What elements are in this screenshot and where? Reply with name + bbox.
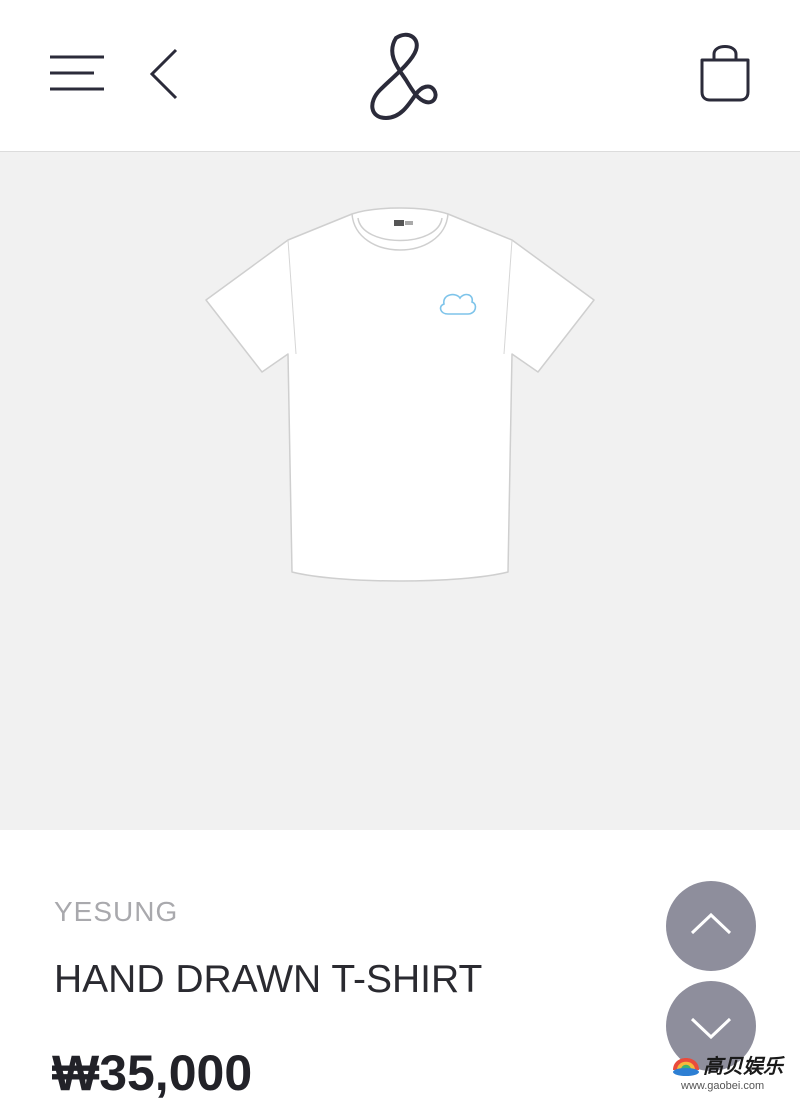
ampersand-logo-icon (370, 32, 438, 120)
scroll-up-button[interactable] (666, 881, 756, 971)
product-name: HAND DRAWN T-SHIRT (54, 958, 483, 1001)
t-shirt-product-image[interactable] (200, 200, 600, 590)
artist-name[interactable]: YESUNG (54, 896, 178, 928)
watermark-text: 高贝娱乐 (703, 1054, 783, 1078)
shopping-bag-icon (700, 45, 750, 102)
hamburger-menu-icon (50, 55, 104, 91)
chevron-left-icon (149, 48, 178, 100)
chevron-up-icon (690, 912, 732, 935)
shopping-bag-button[interactable] (696, 40, 754, 104)
product-price: ₩35,000 (52, 1045, 253, 1101)
watermark-url: www.gaobei.com (681, 1080, 765, 1092)
store-logo[interactable] (356, 28, 444, 124)
site-watermark: 高贝娱乐 www.gaobei.com (671, 1044, 791, 1100)
back-button[interactable] (144, 46, 184, 102)
top-navigation-bar (0, 0, 800, 152)
menu-button[interactable] (46, 50, 108, 94)
rainbow-logo-icon (673, 1058, 699, 1076)
product-image-area (0, 152, 800, 830)
